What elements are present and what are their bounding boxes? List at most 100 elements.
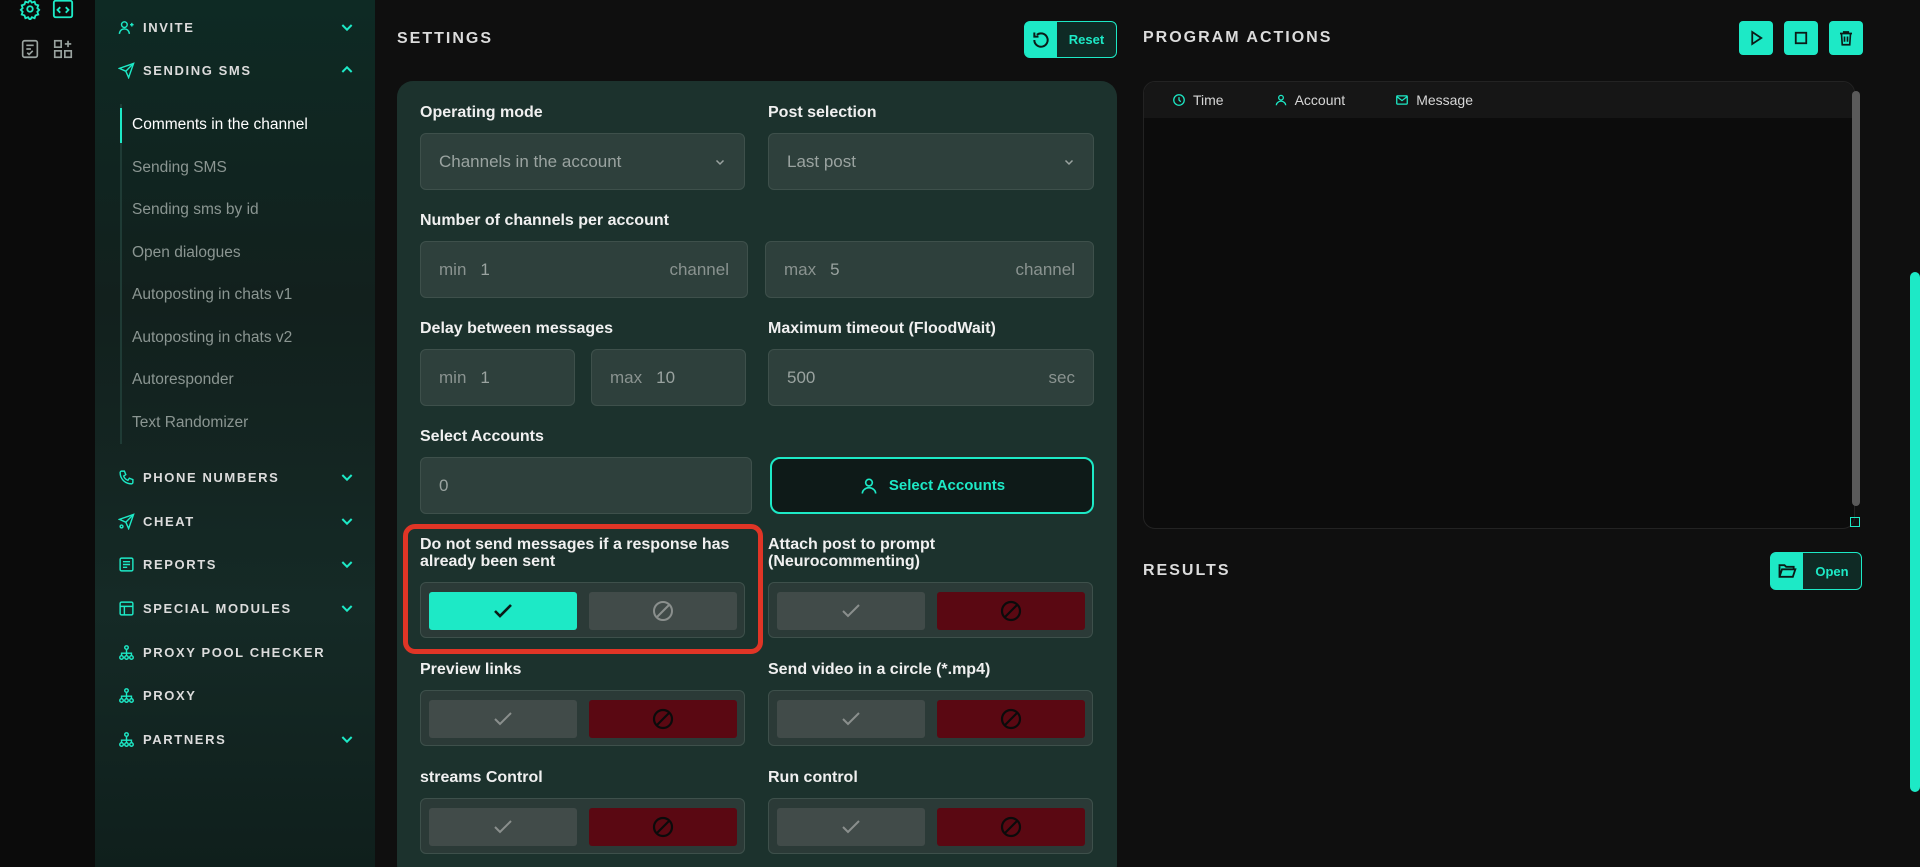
nav-section-phone-numbers[interactable]: PHONE NUMBERS xyxy=(95,462,375,492)
nav-section-proxy[interactable]: PROXY xyxy=(95,680,375,710)
min-prefix: min xyxy=(439,367,467,387)
page-scrollbar[interactable] xyxy=(1910,272,1920,792)
nav-section-partners[interactable]: PARTNERS xyxy=(95,724,375,754)
post-selection-select[interactable]: Last post xyxy=(768,133,1094,190)
sidebar-item-autoresponder[interactable]: Autoresponder xyxy=(122,359,370,402)
delay-max-input[interactable]: max 10 xyxy=(591,349,746,406)
program-actions-log[interactable]: Time Account Message xyxy=(1143,81,1855,529)
log-col-account: Account xyxy=(1274,92,1345,108)
select-accounts-button[interactable]: Select Accounts xyxy=(770,457,1094,514)
log-col-message: Message xyxy=(1395,92,1473,108)
sidebar-item-autoposting-v1[interactable]: Autoposting in chats v1 xyxy=(122,274,370,317)
stop-button[interactable] xyxy=(1784,21,1818,55)
delay-min-value: 1 xyxy=(480,367,490,387)
nav-section-label: PARTNERS xyxy=(143,731,227,747)
nav-section-label: SPECIAL MODULES xyxy=(143,600,292,616)
icon-rail xyxy=(0,0,95,867)
modules-icon xyxy=(117,599,135,617)
network-icon xyxy=(117,686,135,704)
reset-label: Reset xyxy=(1068,32,1105,47)
settings-icon[interactable] xyxy=(19,0,41,20)
label-line: Attach post to prompt xyxy=(768,536,936,553)
sidebar-item-sending-sms-by-id[interactable]: Sending sms by id xyxy=(122,189,370,232)
folder-open-icon xyxy=(1771,553,1803,589)
toggle-no-button[interactable] xyxy=(589,700,737,738)
trash-icon xyxy=(1840,31,1852,46)
sidebar-item-text-randomizer[interactable]: Text Randomizer xyxy=(122,402,370,445)
apps-icon[interactable] xyxy=(52,38,74,60)
phone-icon xyxy=(117,468,135,486)
channel-suffix: channel xyxy=(669,259,729,279)
log-col-label: Message xyxy=(1416,92,1473,108)
channels-max-value: 5 xyxy=(830,259,840,279)
delay-max-value: 10 xyxy=(656,367,676,387)
timeout-input[interactable]: 500 sec xyxy=(768,349,1094,406)
user-icon xyxy=(861,478,877,494)
toggle-no-button[interactable] xyxy=(937,592,1085,630)
streams-control-toggle xyxy=(420,798,745,854)
toggle-yes-button[interactable] xyxy=(429,700,577,738)
toggle-no-button[interactable] xyxy=(589,808,737,846)
toggle-yes-button[interactable] xyxy=(429,808,577,846)
open-results-button[interactable]: Open xyxy=(1770,552,1862,590)
program-actions-title: PROGRAM ACTIONS xyxy=(1143,29,1333,46)
settings-title: SETTINGS xyxy=(397,30,494,47)
send-icon xyxy=(117,61,135,79)
play-icon xyxy=(1751,30,1763,46)
channels-max-input[interactable]: max 5 channel xyxy=(765,241,1094,298)
play-button[interactable] xyxy=(1739,21,1773,55)
network-icon xyxy=(117,730,135,748)
nav-section-invite[interactable]: INVITE xyxy=(95,12,375,42)
sidebar-item-autoposting-v2[interactable]: Autoposting in chats v2 xyxy=(122,317,370,360)
nav-section-proxy-pool-checker[interactable]: PROXY POOL CHECKER xyxy=(95,637,375,667)
block-icon xyxy=(1000,816,1022,838)
nav-section-label: REPORTS xyxy=(143,556,218,572)
sidebar: INVITE SENDING SMS Comments in the chann… xyxy=(95,0,375,867)
send-video-circle-label: Send video in a circle (*.mp4) xyxy=(768,661,991,678)
preview-links-toggle xyxy=(420,690,745,746)
reset-button[interactable]: Reset xyxy=(1024,21,1117,58)
check-icon xyxy=(494,820,512,834)
toggle-yes-button[interactable] xyxy=(777,808,925,846)
operating-mode-label: Operating mode xyxy=(420,104,543,121)
post-selection-label: Post selection xyxy=(768,104,877,121)
code-icon[interactable] xyxy=(52,0,74,20)
check-icon xyxy=(842,712,860,726)
toggle-no-button[interactable] xyxy=(937,808,1085,846)
nav-section-label: INVITE xyxy=(143,19,195,35)
streams-control-label: streams Control xyxy=(420,769,543,786)
nav-section-cheat[interactable]: CHEAT xyxy=(95,506,375,536)
delay-min-input[interactable]: min 1 xyxy=(420,349,575,406)
timeout-value: 500 xyxy=(787,367,816,387)
check-icon xyxy=(494,712,512,726)
toggle-yes-button[interactable] xyxy=(777,700,925,738)
chevron-down-icon xyxy=(1064,159,1074,165)
nav-section-reports[interactable]: REPORTS xyxy=(95,549,375,579)
sec-suffix: sec xyxy=(1048,367,1075,387)
nav-section-label: PROXY POOL CHECKER xyxy=(143,644,326,660)
resize-handle-icon[interactable] xyxy=(1850,517,1860,527)
sidebar-item-sending-sms[interactable]: Sending SMS xyxy=(122,147,370,190)
log-header: Time Account Message xyxy=(1144,82,1854,118)
delete-button[interactable] xyxy=(1829,21,1863,55)
operating-mode-value: Channels in the account xyxy=(439,151,622,171)
operating-mode-select[interactable]: Channels in the account xyxy=(420,133,745,190)
network-icon xyxy=(117,643,135,661)
checklist-icon[interactable] xyxy=(19,38,41,60)
toggle-no-button[interactable] xyxy=(937,700,1085,738)
reset-icon xyxy=(1025,22,1057,57)
sidebar-item-comments-in-channel[interactable]: Comments in the channel xyxy=(120,104,370,147)
sidebar-item-open-dialogues[interactable]: Open dialogues xyxy=(122,232,370,275)
accounts-count-input[interactable]: 0 xyxy=(420,457,752,514)
attach-post-toggle xyxy=(768,582,1093,638)
delay-label: Delay between messages xyxy=(420,320,613,337)
log-scrollbar[interactable] xyxy=(1852,91,1860,506)
mail-icon xyxy=(1396,95,1409,105)
channels-min-input[interactable]: min 1 channel xyxy=(420,241,748,298)
nav-section-label: SENDING SMS xyxy=(143,62,252,78)
nav-section-special-modules[interactable]: SPECIAL MODULES xyxy=(95,593,375,623)
max-prefix: max xyxy=(610,367,643,387)
select-accounts-label: Select Accounts xyxy=(420,428,544,445)
nav-section-sending-sms[interactable]: SENDING SMS xyxy=(95,55,375,85)
toggle-yes-button[interactable] xyxy=(777,592,925,630)
